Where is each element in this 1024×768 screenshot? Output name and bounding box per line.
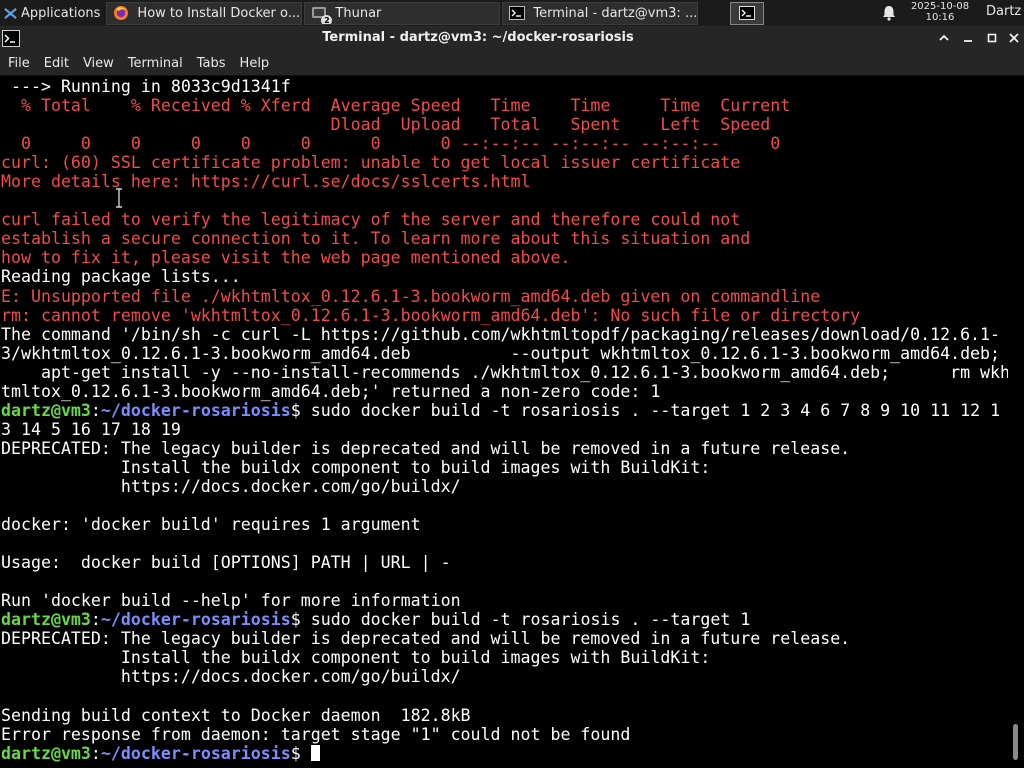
prompt-dollar: $	[290, 400, 301, 420]
terminal-icon	[509, 5, 526, 21]
terminal-line: https://docs.docker.com/go/buildx/	[1, 476, 461, 496]
prompt-user: dartz@vm3	[1, 400, 91, 420]
prompt-line: dartz@vm3:~/docker-rosariosis$ sudo dock…	[1, 401, 1008, 420]
terminal-line: Reading package lists...	[1, 267, 241, 287]
terminal-line: establish a secure connection to it. To …	[1, 229, 751, 249]
prompt-user: dartz@vm3	[1, 610, 91, 630]
terminal-scrollbar[interactable]	[1008, 76, 1024, 768]
menu-terminal[interactable]: Terminal	[121, 56, 190, 71]
xfce-logo-icon	[4, 7, 17, 19]
terminal-output[interactable]: ---> Running in 8033c9d1341f % Total % R…	[0, 76, 1008, 768]
terminal-line: tmltox_0.12.6.1-3.bookworm_amd64.deb;' r…	[1, 381, 661, 401]
notification-bell-icon[interactable]	[880, 4, 898, 22]
terminal-icon	[739, 6, 756, 20]
window-titlebar[interactable]: Terminal - dartz@vm3: ~/docker-rosariosi…	[0, 27, 1024, 51]
terminal-line: docker: 'docker build' requires 1 argume…	[1, 515, 421, 535]
scrollbar-thumb[interactable]	[1013, 724, 1018, 760]
task-file-manager[interactable]: 2 Thunar	[304, 1, 501, 25]
command-text	[301, 744, 311, 763]
task-terminal[interactable]: Terminal - dartz@vm3: ...	[502, 1, 699, 25]
terminal-line: DEPRECATED: The legacy builder is deprec…	[1, 438, 851, 458]
terminal-line: The command '/bin/sh -c curl -L https://…	[1, 324, 1001, 344]
terminal-line: Usage: docker build [OPTIONS] PATH | URL…	[1, 553, 451, 573]
prompt-path: ~/docker-rosariosis	[100, 610, 291, 630]
prompt-path: ~/docker-rosariosis	[100, 743, 291, 763]
command-text: sudo docker build -t rosariosis . --targ…	[300, 400, 1001, 420]
terminal-line: Install the buildx component to build im…	[1, 457, 711, 477]
terminal-line: Run 'docker build --help' for more infor…	[1, 591, 461, 611]
applications-label: Applications	[21, 5, 101, 21]
task-browser[interactable]: How to Install Docker o...	[106, 1, 303, 25]
terminal-line: rm: cannot remove 'wkhtmltox_0.12.6.1-3.…	[1, 305, 861, 325]
terminal-line: Install the buildx component to build im…	[1, 648, 711, 668]
terminal-line: ---> Running in 8033c9d1341f	[1, 77, 291, 96]
menu-edit[interactable]: Edit	[37, 56, 76, 71]
minimize-icon[interactable]	[960, 30, 976, 46]
prompt-separator: :	[90, 743, 101, 763]
terminal-line: Sending build context to Docker daemon 1…	[1, 705, 471, 725]
prompt-user: dartz@vm3	[1, 743, 91, 763]
terminal-line: DEPRECATED: The legacy builder is deprec…	[1, 629, 851, 649]
prompt-dollar: $	[290, 743, 301, 763]
clock-date: 2025-10-08	[910, 1, 970, 12]
applications-menu-button[interactable]: Applications	[0, 0, 104, 26]
terminal-line: E: Unsupported file ./wkhtmltox_0.12.6.1…	[1, 286, 821, 306]
prompt-path: ~/docker-rosariosis	[100, 400, 291, 420]
prompt-separator: :	[90, 400, 101, 420]
window-title: Terminal - dartz@vm3: ~/docker-rosariosi…	[322, 30, 634, 45]
maximize-icon[interactable]	[984, 30, 1000, 46]
top-panel: Applications How to Install Docker o... …	[0, 0, 1024, 27]
menu-tabs[interactable]: Tabs	[190, 56, 233, 71]
terminal-line: apt-get install -y --no-install-recommen…	[1, 362, 1008, 382]
terminal-launcher-button[interactable]	[730, 1, 765, 25]
terminal-cursor	[310, 744, 320, 761]
task-label: How to Install Docker o...	[137, 5, 301, 21]
terminal-line: Dload Upload Total Spent Left Speed	[1, 115, 771, 135]
window-count-badge: 2	[321, 15, 333, 24]
terminal-line: 3/wkhtmltox_0.12.6.1-3.bookworm_amd64.de…	[1, 343, 1001, 363]
user-menu[interactable]: Dartz	[986, 4, 1021, 19]
prompt-dollar: $	[290, 610, 301, 630]
clock-time: 10:16	[925, 12, 955, 23]
menu-view[interactable]: View	[76, 56, 121, 71]
firefox-icon	[113, 5, 129, 21]
command-text: sudo docker build -t rosariosis . --targ…	[300, 610, 751, 630]
terminal-line: https://docs.docker.com/go/buildx/	[1, 667, 461, 687]
terminal-line: curl failed to verify the legitimacy of …	[1, 210, 741, 230]
text-cursor-ibeam-icon	[116, 188, 122, 208]
terminal-line: % Total % Received % Xferd Average Speed…	[1, 96, 791, 116]
terminal-lines: ---> Running in 8033c9d1341f % Total % R…	[1, 77, 1008, 763]
terminal-line: how to fix it, please visit the web page…	[1, 248, 571, 268]
menu-help[interactable]: Help	[233, 56, 277, 71]
menu-file[interactable]: File	[0, 56, 37, 71]
clock[interactable]: 2025-10-08 10:16	[908, 1, 972, 23]
roll-up-icon[interactable]	[936, 30, 952, 46]
prompt-line: dartz@vm3:~/docker-rosariosis$ sudo dock…	[1, 610, 1008, 629]
terminal-line: 3 14 5 16 17 18 19	[1, 419, 181, 439]
prompt-separator: :	[90, 610, 101, 630]
prompt-line: dartz@vm3:~/docker-rosariosis$	[1, 744, 1008, 763]
task-label: Terminal - dartz@vm3: ...	[533, 5, 698, 21]
task-label: Thunar	[335, 5, 382, 21]
close-icon[interactable]	[1006, 30, 1022, 46]
menubar: File Edit View Terminal Tabs Help	[0, 51, 1024, 76]
terminal-line: curl: (60) SSL certificate problem: unab…	[1, 153, 741, 173]
terminal-line: More details here: https://curl.se/docs/…	[1, 172, 531, 192]
file-manager-icon: 2	[311, 5, 333, 24]
terminal-line: Error response from daemon: target stage…	[1, 724, 631, 744]
terminal-line: 0 0 0 0 0 0 0 0 --:--:-- --:--:-- --:--:…	[1, 134, 781, 154]
